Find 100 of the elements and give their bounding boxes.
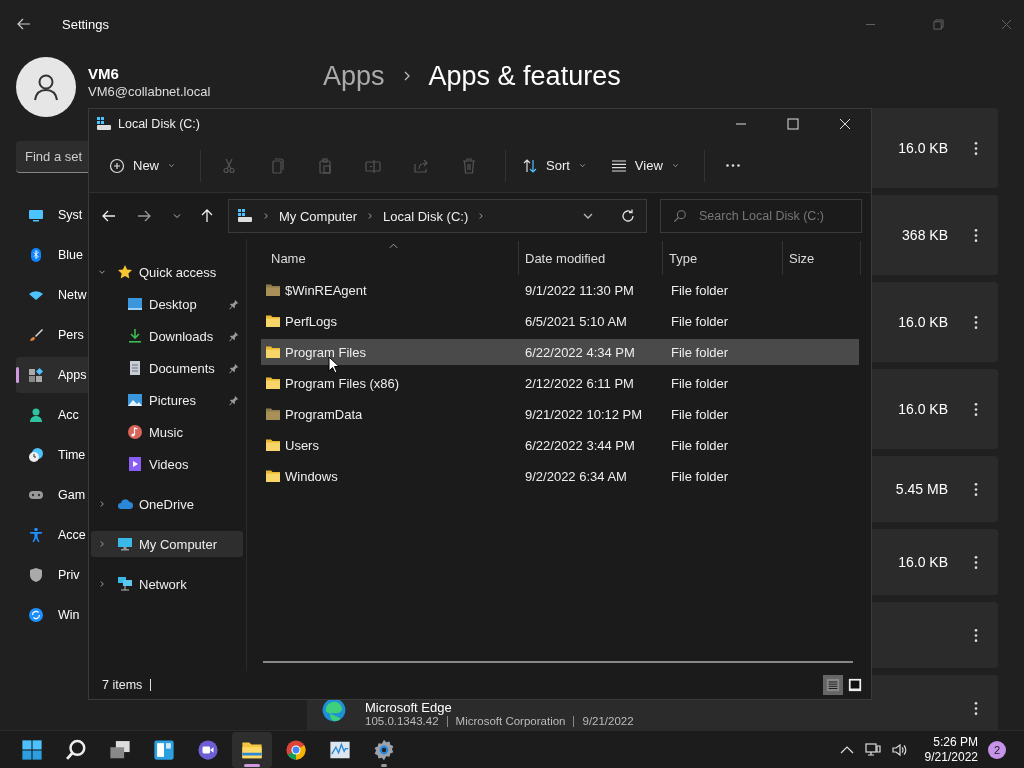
sort-icon	[522, 157, 538, 174]
nav-item[interactable]: Time	[16, 437, 88, 473]
view-button[interactable]: View	[602, 147, 688, 184]
notification-badge[interactable]: 2	[988, 740, 1006, 759]
item-count: 7 items	[102, 678, 143, 692]
nav-item[interactable]: Blue	[16, 237, 88, 273]
address-bar[interactable]: My Computer Local Disk (C:)	[228, 199, 647, 233]
column-header[interactable]: Size	[783, 241, 861, 275]
file-name: $WinREAgent	[285, 282, 367, 298]
back-arrow-icon[interactable]	[101, 208, 117, 224]
file-date: 2/12/2022 6:11 PM	[525, 375, 634, 391]
address-crumb[interactable]: Local Disk (C:)	[383, 208, 469, 224]
tree-item[interactable]: Desktop	[91, 291, 243, 317]
column-header[interactable]: Name	[261, 241, 519, 275]
file-name: Program Files (x86)	[285, 375, 400, 391]
person-icon	[28, 407, 44, 423]
nav-item[interactable]: Apps	[16, 357, 88, 393]
rename-icon	[365, 157, 381, 174]
app-size: 16.0 KB	[898, 314, 948, 330]
folder-button[interactable]	[232, 731, 272, 768]
image-icon	[127, 392, 143, 408]
file-name: ProgramData	[285, 406, 363, 422]
refresh-icon[interactable]	[620, 208, 636, 224]
forward-arrow-icon[interactable]	[136, 208, 152, 224]
shield-icon	[28, 567, 44, 583]
file-row[interactable]: ProgramData 9/21/2022 10:12 PM File folder	[261, 401, 859, 427]
nav-item[interactable]: Priv	[16, 557, 88, 593]
more-options-icon[interactable]	[974, 700, 978, 716]
nav-item[interactable]: Acce	[16, 517, 88, 553]
details-view-button[interactable]	[823, 675, 843, 695]
file-date: 6/5/2021 5:10 AM	[525, 313, 627, 329]
more-options-icon[interactable]	[974, 627, 978, 643]
app-size: 368 KB	[902, 227, 948, 243]
more-options-icon[interactable]	[974, 140, 978, 156]
maximize-icon[interactable]	[787, 118, 799, 130]
column-header[interactable]: Date modified	[519, 241, 663, 275]
nav-item[interactable]: Netw	[16, 277, 88, 313]
volume-icon[interactable]	[890, 741, 907, 758]
more-options-icon[interactable]	[974, 314, 978, 330]
tree-item[interactable]: Network	[91, 571, 243, 597]
file-row[interactable]: Program Files 6/22/2022 4:34 PM File folder	[261, 339, 859, 365]
widgets-icon	[153, 738, 175, 761]
file-name: Program Files	[285, 344, 366, 360]
app-size: 16.0 KB	[898, 401, 948, 417]
tree-item[interactable]: Videos	[91, 451, 243, 477]
network-icon	[117, 576, 133, 592]
file-date: 6/22/2022 4:34 PM	[525, 344, 635, 360]
window-title: Settings	[62, 16, 109, 32]
clock-date[interactable]: 9/21/2022	[924, 749, 978, 765]
search-field[interactable]: Search Local Disk (C:)	[660, 199, 862, 233]
file-type: File folder	[671, 375, 729, 391]
nav-item[interactable]: Syst	[16, 197, 88, 233]
brush-icon	[28, 327, 44, 343]
clock-time[interactable]: 5:26 PM	[933, 734, 978, 750]
column-header[interactable]: Type	[663, 241, 783, 275]
tree-item[interactable]: Documents	[91, 355, 243, 381]
nav-item[interactable]: Acc	[16, 397, 88, 433]
more-options-icon[interactable]	[974, 401, 978, 417]
trash-icon	[461, 157, 477, 174]
computer-icon	[117, 536, 133, 552]
sync-icon	[28, 607, 44, 623]
tree-item[interactable]: OneDrive	[91, 491, 243, 517]
cloud-icon	[117, 496, 133, 512]
nav-item[interactable]: Win	[16, 597, 88, 633]
gear-icon	[373, 738, 395, 761]
file-type: File folder	[671, 282, 729, 298]
search-field[interactable]: Find a set	[16, 141, 88, 173]
caret-icon	[577, 161, 587, 170]
breadcrumb-link[interactable]: Apps	[323, 60, 385, 92]
file-name: Users	[285, 437, 319, 453]
up-arrow-icon[interactable]	[199, 208, 215, 224]
file-row[interactable]: $WinREAgent 9/1/2022 11:30 PM File folder	[261, 277, 859, 303]
file-row[interactable]: Windows 9/2/2022 6:34 AM File folder	[261, 463, 859, 489]
file-row[interactable]: PerfLogs 6/5/2021 5:10 AM File folder	[261, 308, 859, 334]
back-arrow-icon[interactable]	[16, 16, 32, 32]
scrollbar[interactable]	[263, 661, 853, 663]
file-type: File folder	[671, 468, 729, 484]
accessibility-icon	[28, 527, 44, 543]
nav-item[interactable]: Gam	[16, 477, 88, 513]
details-view-icon	[826, 678, 840, 692]
drive-icon	[237, 208, 253, 224]
tree-item[interactable]: Downloads	[91, 323, 243, 349]
new-button[interactable]: New	[101, 147, 184, 184]
file-row[interactable]: Program Files (x86) 2/12/2022 6:11 PM File folder	[261, 370, 859, 396]
clipboard-icon	[317, 157, 333, 174]
more-options-icon[interactable]	[974, 481, 978, 497]
nav-item[interactable]: Pers	[16, 317, 88, 353]
tree-item[interactable]: Pictures	[91, 387, 243, 413]
chrome-icon	[285, 738, 307, 761]
more-options-icon[interactable]	[974, 554, 978, 570]
more-options-icon[interactable]	[974, 227, 978, 243]
tree-item[interactable]: Quick access	[91, 259, 243, 285]
network-status-icon[interactable]	[864, 741, 881, 758]
sort-button[interactable]: Sort	[514, 147, 595, 184]
tree-item[interactable]: Music	[91, 419, 243, 445]
file-type: File folder	[671, 406, 729, 422]
tree-item[interactable]: My Computer	[91, 531, 243, 557]
address-crumb[interactable]: My Computer	[279, 208, 358, 224]
file-row[interactable]: Users 6/22/2022 3:44 PM File folder	[261, 432, 859, 458]
scissors-icon	[221, 157, 237, 174]
